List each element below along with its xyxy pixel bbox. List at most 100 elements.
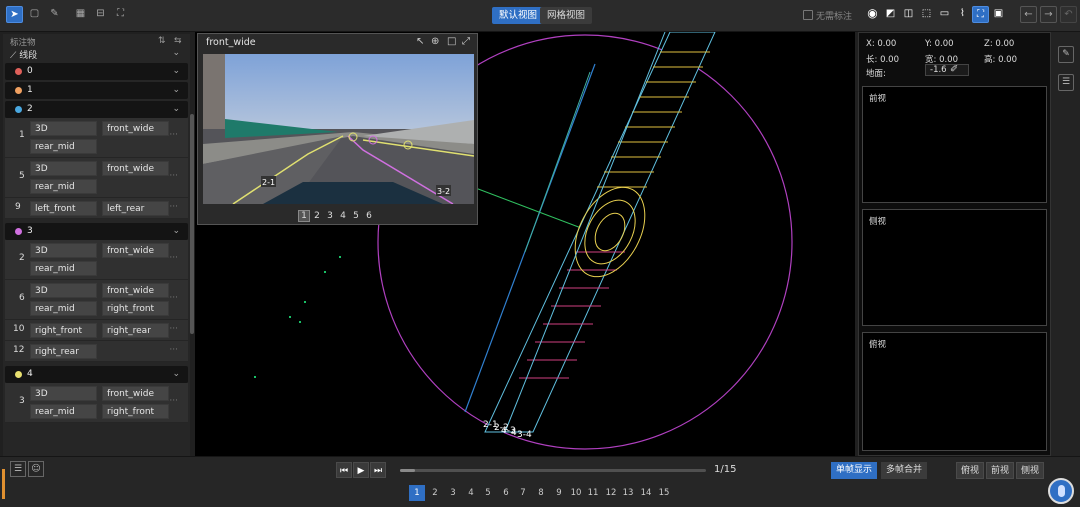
list-item[interactable]: 1 3D front_wide rear_mid ··· — [5, 118, 188, 158]
tag[interactable]: rear_mid — [30, 261, 97, 276]
export-icon[interactable]: → — [1040, 6, 1057, 23]
group-4[interactable]: 4 ⌄ — [5, 366, 188, 383]
more-icon[interactable]: ··· — [169, 293, 178, 303]
target-icon[interactable]: ◉ — [864, 6, 881, 23]
tab-default-view[interactable]: 默认视图 — [492, 7, 545, 24]
tag[interactable]: right_rear — [102, 323, 169, 338]
camera-page[interactable]: 2 — [311, 210, 323, 222]
tab-grid-view[interactable]: 网格视图 — [540, 7, 593, 24]
tag[interactable]: left_front — [30, 201, 97, 216]
chevron-down-icon[interactable]: ⌄ — [172, 63, 180, 80]
no-label-checkbox[interactable] — [803, 10, 813, 20]
brush-icon[interactable]: ✎ — [46, 6, 63, 23]
import-icon[interactable]: ← — [1020, 6, 1037, 23]
attribute-icon[interactable]: ✎ — [1058, 46, 1074, 63]
tag[interactable]: rear_mid — [30, 404, 97, 419]
tag[interactable]: front_wide — [102, 161, 169, 176]
tag[interactable]: right_front — [30, 323, 97, 338]
more-icon[interactable]: ··· — [169, 324, 178, 334]
frame-page-9[interactable]: 9 — [551, 485, 567, 501]
monitor-icon[interactable]: ▭ — [936, 6, 953, 23]
camera-page[interactable]: 3 — [324, 210, 336, 222]
multi-frame-button[interactable]: 多帧合并 — [881, 462, 928, 479]
group-0[interactable]: 0 ⌄ — [5, 63, 188, 80]
polygon-icon[interactable]: ▢ — [26, 6, 43, 23]
frame-page-2[interactable]: 2 — [427, 485, 443, 501]
frame-page-1[interactable]: 1 — [409, 485, 425, 501]
frame-page-3[interactable]: 3 — [445, 485, 461, 501]
user-settings-icon[interactable]: ☺ — [28, 461, 44, 477]
chevron-down-icon[interactable]: ⌄ — [172, 223, 180, 240]
scrollbar[interactable] — [190, 114, 194, 334]
fullscreen-icon[interactable]: ⤢ — [462, 36, 470, 47]
tag[interactable]: front_wide — [102, 243, 169, 258]
front-view-panel[interactable]: 前视 — [862, 86, 1047, 203]
side-view-panel[interactable]: 侧视 — [862, 209, 1047, 326]
eyedropper-icon[interactable]: ✐ — [950, 64, 958, 75]
list-view-icon[interactable]: ☰ — [10, 461, 26, 477]
list-item[interactable]: 5 3D front_wide rear_mid ··· — [5, 158, 188, 198]
tag[interactable]: right_front — [102, 404, 169, 419]
camera-page[interactable]: 1 — [298, 210, 310, 222]
more-icon[interactable]: ··· — [169, 130, 178, 140]
filter-icon[interactable]: ⇆ — [174, 36, 182, 46]
sort-icon[interactable]: ⇅ — [158, 36, 166, 46]
list-icon[interactable]: ☰ — [1058, 74, 1074, 91]
tag[interactable]: rear_mid — [30, 179, 97, 194]
prev-frame-button[interactable]: ⏮ — [336, 462, 352, 478]
camera-page[interactable]: 6 — [363, 210, 375, 222]
next-frame-button[interactable]: ⏭ — [370, 462, 386, 478]
tag[interactable]: rear_mid — [30, 301, 97, 316]
frame-page-7[interactable]: 7 — [515, 485, 531, 501]
tag[interactable]: 3D — [30, 386, 97, 401]
grid-icon[interactable]: ▦ — [72, 6, 89, 23]
frame-page-10[interactable]: 10 — [568, 485, 584, 501]
list-item[interactable]: 9 left_front left_rear ··· — [5, 198, 188, 219]
frame-page-6[interactable]: 6 — [498, 485, 514, 501]
list-item[interactable]: 6 3D front_wide rear_mid right_front ··· — [5, 280, 188, 320]
tag[interactable]: rear_mid — [30, 139, 97, 154]
frame-page-14[interactable]: 14 — [638, 485, 654, 501]
tag[interactable]: front_wide — [102, 386, 169, 401]
frame-page-11[interactable]: 11 — [585, 485, 601, 501]
camera-page[interactable]: 4 — [337, 210, 349, 222]
frame-page-15[interactable]: 15 — [656, 485, 672, 501]
chevron-down-icon[interactable]: ⌄ — [172, 82, 180, 99]
list-item[interactable]: 2 3D front_wide rear_mid ··· — [5, 240, 188, 280]
fill-icon[interactable]: ◩ — [882, 6, 899, 23]
tag[interactable]: 3D — [30, 243, 97, 258]
tag[interactable]: right_rear — [30, 344, 97, 359]
frame-page-12[interactable]: 12 — [603, 485, 619, 501]
target-icon[interactable]: ⊕ — [431, 36, 439, 47]
group-3[interactable]: 3 ⌄ — [5, 223, 188, 240]
cursor-icon[interactable]: ↖ — [416, 36, 424, 47]
chevron-down-icon[interactable]: ⌄ — [172, 101, 180, 118]
fit-icon[interactable]: ⛶ — [972, 6, 989, 23]
tag[interactable]: right_front — [102, 301, 169, 316]
split-icon[interactable]: ⊟ — [92, 6, 109, 23]
window-icon[interactable]: □ — [447, 36, 456, 47]
top-view-panel[interactable]: 俯视 — [862, 332, 1047, 451]
single-frame-button[interactable]: 单帧显示 — [831, 462, 878, 479]
tag[interactable]: 3D — [30, 283, 97, 298]
frame-page-5[interactable]: 5 — [480, 485, 496, 501]
camera-page[interactable]: 5 — [350, 210, 362, 222]
connect-icon[interactable]: ⌇ — [954, 6, 971, 23]
expand-icon[interactable]: ⛶ — [112, 6, 129, 23]
category-row[interactable]: ⟋ 线段 ⌄ — [3, 47, 190, 61]
frame-page-8[interactable]: 8 — [533, 485, 549, 501]
side-view-button[interactable]: 侧视 — [1016, 462, 1045, 479]
tag[interactable]: left_rear — [102, 201, 169, 216]
group-1[interactable]: 1 ⌄ — [5, 82, 188, 99]
top-view-button[interactable]: 俯视 — [956, 462, 985, 479]
undo-icon[interactable]: ↶ — [1060, 6, 1077, 23]
list-item[interactable]: 3 3D front_wide rear_mid right_front ··· — [5, 383, 188, 423]
group-2[interactable]: 2 ⌄ — [5, 101, 188, 118]
front-view-button[interactable]: 前视 — [986, 462, 1015, 479]
cursor-icon[interactable]: ➤ — [6, 6, 23, 23]
tag[interactable]: front_wide — [102, 283, 169, 298]
more-icon[interactable]: ··· — [169, 396, 178, 406]
chevron-down-icon[interactable]: ⌄ — [172, 48, 180, 58]
chevron-down-icon[interactable]: ⌄ — [172, 366, 180, 383]
tag[interactable]: front_wide — [102, 121, 169, 136]
